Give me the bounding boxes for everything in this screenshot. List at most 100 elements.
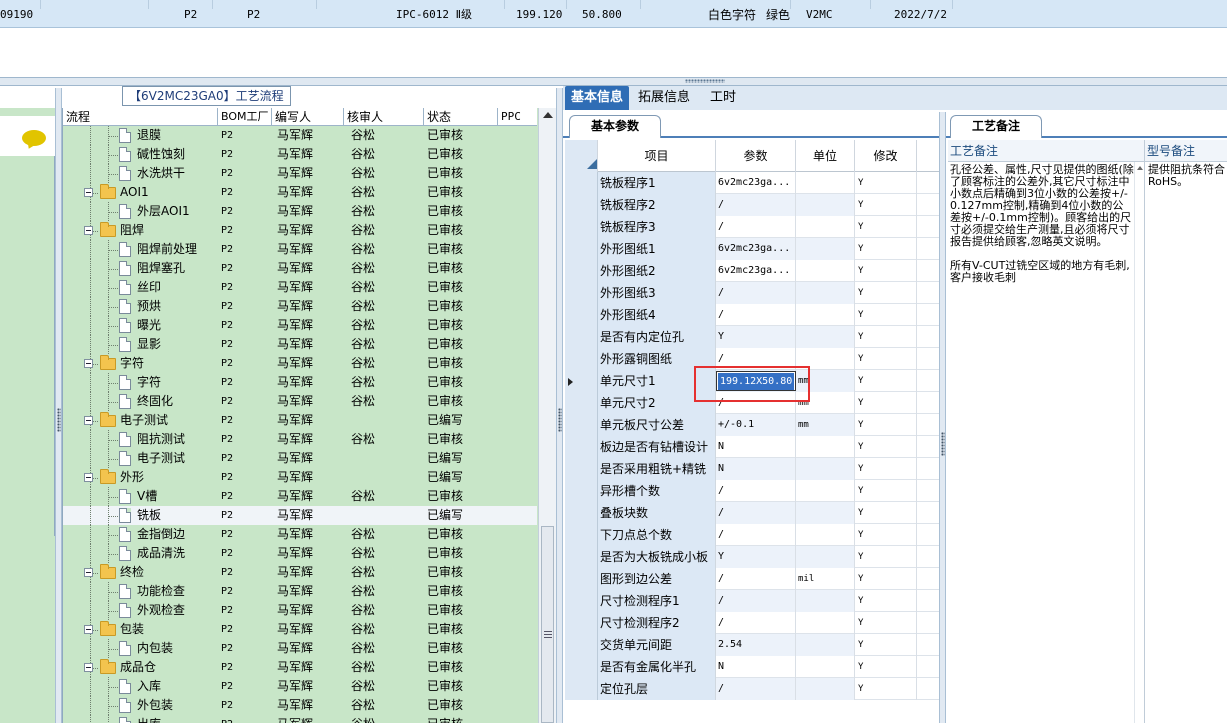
param-value[interactable]: / [716, 568, 796, 590]
param-modify[interactable]: Y [855, 590, 917, 612]
row-indicator[interactable] [565, 590, 598, 612]
param-modify[interactable]: Y [855, 216, 917, 238]
param-unit[interactable] [796, 480, 855, 502]
param-unit[interactable] [796, 326, 855, 348]
param-unit[interactable] [796, 524, 855, 546]
scroll-up-arrow-icon[interactable] [543, 112, 553, 118]
param-row[interactable]: 铣板程序1 6v2mc23ga... Y [565, 172, 939, 194]
collapse-toggle-icon[interactable] [84, 625, 93, 634]
param-modify[interactable]: Y [855, 502, 917, 524]
col-header-unit[interactable]: 单位 [796, 140, 855, 172]
collapse-toggle-icon[interactable] [84, 188, 93, 197]
tree-item-row[interactable]: 曝光 P2 马军辉 谷松 已审核 [63, 316, 537, 335]
param-value[interactable]: +/-0.1 [716, 414, 796, 436]
right-splitter[interactable] [939, 112, 946, 723]
param-row[interactable]: 图形到边公差 / mil Y [565, 568, 939, 590]
row-indicator[interactable] [565, 282, 598, 304]
param-unit[interactable] [796, 458, 855, 480]
tree-item-row[interactable]: 碱性蚀刻 P2 马军辉 谷松 已审核 [63, 145, 537, 164]
param-unit[interactable] [796, 656, 855, 678]
param-modify[interactable]: Y [855, 370, 917, 392]
tree-group-row[interactable]: 终检 P2 马军辉 谷松 已审核 [63, 563, 537, 582]
param-modify[interactable]: Y [855, 392, 917, 414]
tree-group-row[interactable]: 字符 P2 马军辉 谷松 已审核 [63, 354, 537, 373]
param-modify[interactable]: Y [855, 348, 917, 370]
param-row[interactable]: 尺寸检测程序2/ Y [565, 612, 939, 634]
tree-item-row[interactable]: 金指倒边 P2 马军辉 谷松 已审核 [63, 525, 537, 544]
tree-item-row[interactable]: 外观检查 P2 马军辉 谷松 已审核 [63, 601, 537, 620]
param-value[interactable]: / [716, 304, 796, 326]
param-modify[interactable]: Y [855, 480, 917, 502]
tree-item-row[interactable]: 阻抗测试 P2 马军辉 谷松 已审核 [63, 430, 537, 449]
param-modify[interactable]: Y [855, 238, 917, 260]
param-row[interactable]: 是否采用粗铣+精铣 N Y [565, 458, 939, 480]
param-unit[interactable]: mm [796, 414, 855, 436]
param-row[interactable]: 交货单元间距 2.54 Y [565, 634, 939, 656]
row-indicator[interactable] [565, 546, 598, 568]
param-modify[interactable]: Y [855, 458, 917, 480]
param-value[interactable]: 6v2mc23ga... [716, 172, 796, 194]
col-header-modify[interactable]: 修改 [855, 140, 917, 172]
param-modify[interactable]: Y [855, 326, 917, 348]
param-modify[interactable]: Y [855, 656, 917, 678]
tab-basic-info[interactable]: 基本信息 [565, 86, 629, 110]
param-row[interactable]: 外形图纸4/ Y [565, 304, 939, 326]
tree-item-row[interactable]: 内包装 P2 马军辉 谷松 已审核 [63, 639, 537, 658]
param-row[interactable]: 叠板块数 / Y [565, 502, 939, 524]
tree-item-row[interactable]: 预烘 P2 马军辉 谷松 已审核 [63, 297, 537, 316]
param-unit[interactable] [796, 590, 855, 612]
param-row[interactable]: 铣板程序2/ Y [565, 194, 939, 216]
tree-item-row[interactable]: 字符 P2 马军辉 谷松 已审核 [63, 373, 537, 392]
param-unit[interactable] [796, 260, 855, 282]
param-row[interactable]: 下刀点总个数 / Y [565, 524, 939, 546]
param-value[interactable]: N [716, 656, 796, 678]
param-value[interactable]: N [716, 458, 796, 480]
param-value[interactable]: N [716, 436, 796, 458]
tab-work-hours[interactable]: 工时 [701, 86, 745, 110]
param-modify[interactable]: Y [855, 414, 917, 436]
tree-item-row[interactable]: 铣板 P2 马军辉 已编写 [63, 506, 537, 525]
tree-group-row[interactable]: 阻焊 P2 马军辉 谷松 已审核 [63, 221, 537, 240]
scroll-thumb[interactable] [541, 526, 554, 723]
param-modify[interactable]: Y [855, 678, 917, 700]
process-notes-text[interactable]: 孔径公差、属性,尺寸见提供的图纸(除了顾客标注的公差外,其它尺寸标注中小数点后精… [948, 164, 1134, 284]
model-notes-text[interactable]: 提供阻抗条符合RoHS。 [1147, 164, 1225, 188]
tree-item-row[interactable]: V槽 P2 马军辉 谷松 已审核 [63, 487, 537, 506]
param-value[interactable]: 2.54 [716, 634, 796, 656]
param-unit[interactable] [796, 172, 855, 194]
row-indicator[interactable] [565, 216, 598, 238]
tree-item-row[interactable]: 出库 P2 马军辉 谷松 已审核 [63, 715, 537, 723]
param-row[interactable]: 是否有内定位孔 Y Y [565, 326, 939, 348]
param-row[interactable]: 尺寸检测程序1/ Y [565, 590, 939, 612]
param-modify[interactable]: Y [855, 436, 917, 458]
row-indicator[interactable] [565, 568, 598, 590]
param-row[interactable]: 外形图纸3/ Y [565, 282, 939, 304]
tab-extended-info[interactable]: 拓展信息 [633, 86, 695, 110]
col-header-item[interactable]: 项目 [598, 140, 716, 172]
middle-splitter[interactable] [556, 88, 563, 723]
tree-group-row[interactable]: 包装 P2 马军辉 谷松 已审核 [63, 620, 537, 639]
row-indicator[interactable] [565, 260, 598, 282]
tree-group-row[interactable]: 外形 P2 马军辉 已编写 [63, 468, 537, 487]
param-modify[interactable]: Y [855, 172, 917, 194]
param-unit[interactable] [796, 502, 855, 524]
param-value[interactable]: / [716, 282, 796, 304]
col-header-flow[interactable]: 流程 [63, 108, 217, 126]
param-value[interactable]: / [716, 678, 796, 700]
col-header-reviewer[interactable]: 核审人 [343, 108, 423, 126]
row-indicator[interactable] [565, 414, 598, 436]
subtab-basic-params[interactable]: 基本参数 [569, 115, 661, 138]
param-unit[interactable] [796, 238, 855, 260]
param-value[interactable]: Y [716, 326, 796, 348]
row-indicator[interactable] [565, 436, 598, 458]
tree-item-row[interactable]: 退膜 P2 马军辉 谷松 已审核 [63, 126, 537, 145]
param-value[interactable]: / [716, 194, 796, 216]
param-unit[interactable] [796, 216, 855, 238]
collapse-toggle-icon[interactable] [84, 359, 93, 368]
col-header-status[interactable]: 状态 [423, 108, 497, 126]
param-value[interactable]: / [716, 502, 796, 524]
row-indicator[interactable] [565, 304, 598, 326]
row-indicator[interactable] [565, 524, 598, 546]
order-grid-row[interactable]: 09190 P2 P2 IPC-6012 Ⅱ级 199.120 50.800 白… [0, 0, 1227, 28]
tree-item-row[interactable]: 阻焊前处理 P2 马军辉 谷松 已审核 [63, 240, 537, 259]
